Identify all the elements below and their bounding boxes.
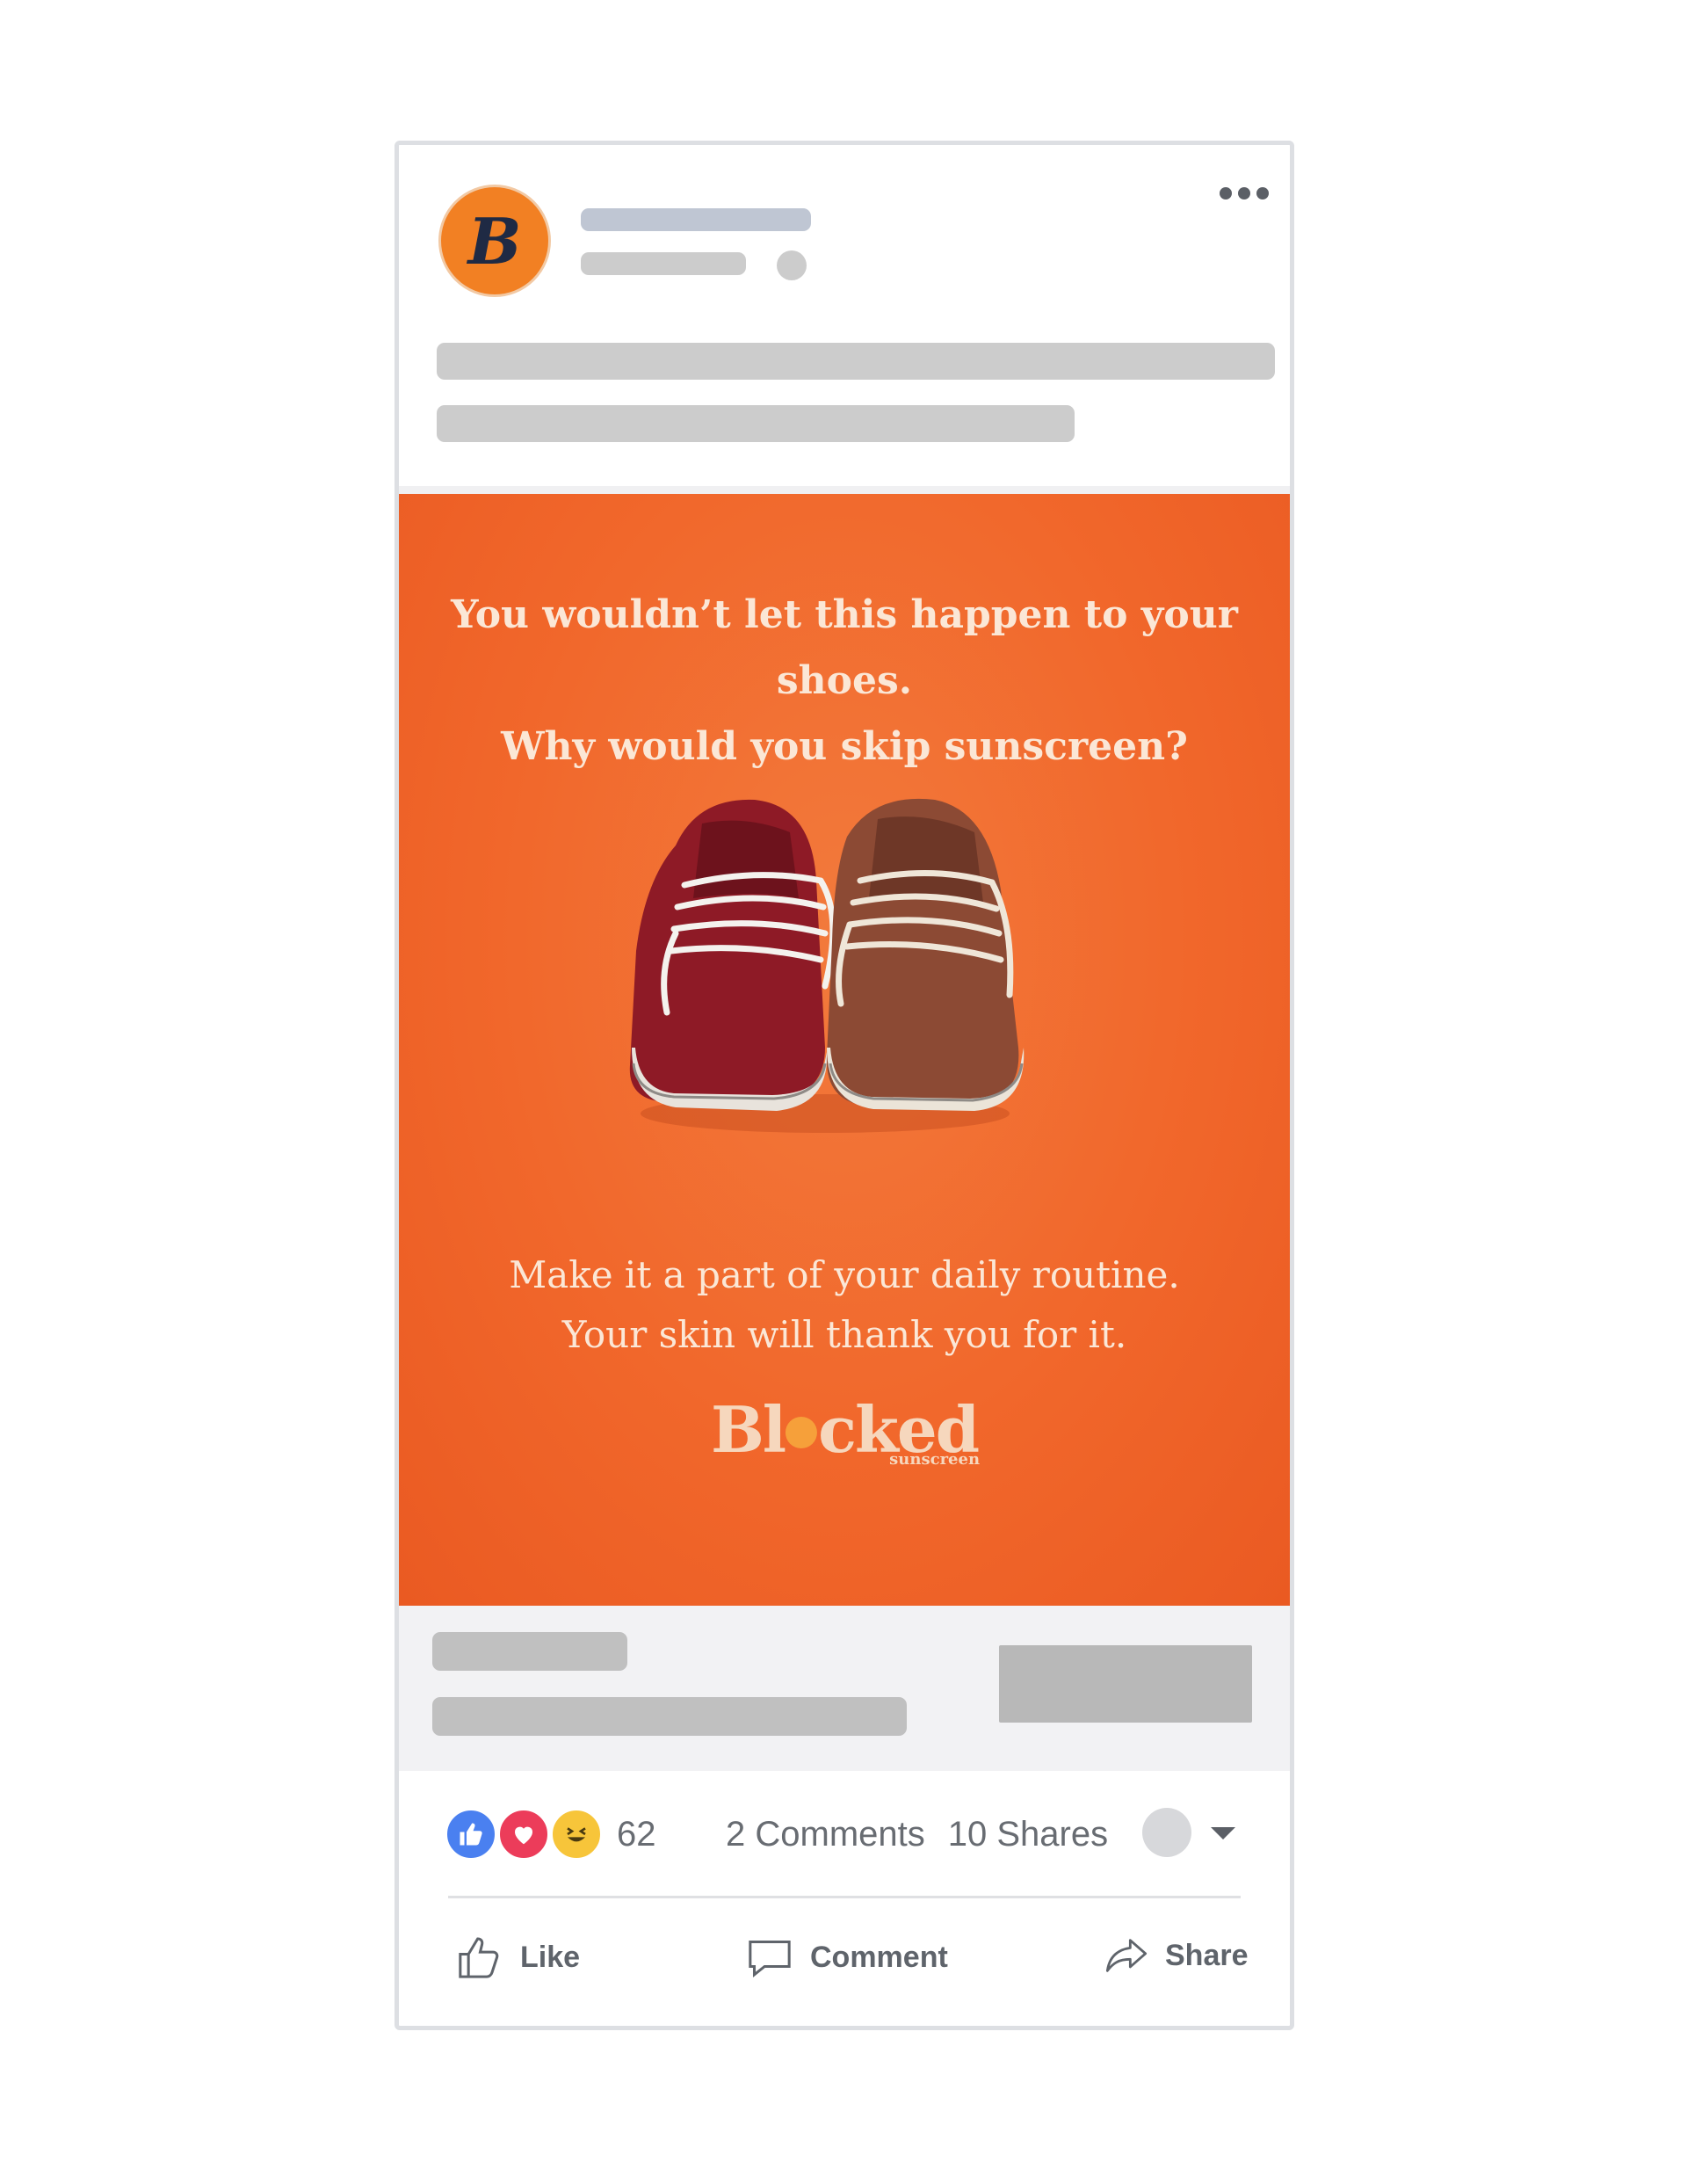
sneakers-image <box>629 798 1025 1133</box>
brand-logo: Bl cked sunscreen <box>711 1398 980 1469</box>
post-card: B You wouldn’t let this happen to your s… <box>395 141 1294 2030</box>
avatar-letter: B <box>467 203 522 279</box>
share-icon <box>1105 1939 1148 1972</box>
logo-subtitle: sunscreen <box>889 1450 981 1469</box>
body-line: Make it a part of your daily routine. <box>509 1253 1180 1296</box>
divider <box>448 1896 1241 1898</box>
like-outline-icon <box>459 1937 499 1978</box>
link-domain-placeholder <box>432 1632 627 1671</box>
body-line: Your skin will thank you for it. <box>561 1313 1127 1356</box>
timestamp-placeholder <box>581 252 746 275</box>
like-label: Like <box>520 1940 581 1974</box>
post-header: B <box>399 145 1290 486</box>
comment-label: Comment <box>810 1940 948 1974</box>
viewer-avatar[interactable] <box>1142 1808 1191 1857</box>
page-avatar[interactable]: B <box>438 185 551 297</box>
reaction-icons[interactable] <box>445 1808 603 1861</box>
love-icon <box>497 1808 550 1861</box>
caption-line-placeholder <box>437 343 1275 380</box>
like-icon <box>445 1808 497 1861</box>
reactions-bar: 62 2 Comments 10 Shares <box>399 1773 1290 1896</box>
action-bar: Like Comment Share <box>399 1901 1290 2024</box>
reaction-count[interactable]: 62 <box>617 1815 656 1854</box>
link-preview-bar[interactable] <box>399 1606 1290 1771</box>
ad-body-text: Make it a part of your daily routine. Yo… <box>399 1245 1290 1365</box>
sun-dot-icon <box>786 1417 818 1448</box>
more-options-icon[interactable] <box>1220 187 1269 200</box>
like-button[interactable]: Like <box>455 1933 580 1982</box>
link-title-placeholder <box>432 1697 907 1736</box>
ad-headline: You wouldn’t let this happen to your sho… <box>399 582 1290 780</box>
comments-count[interactable]: 2 Comments <box>726 1815 925 1854</box>
share-button[interactable]: Share <box>1104 1933 1249 1978</box>
cta-button-placeholder[interactable] <box>999 1645 1252 1723</box>
comment-icon <box>749 1940 791 1977</box>
headline-line: Why would you skip sunscreen? <box>501 724 1188 769</box>
ad-image[interactable]: You wouldn’t let this happen to your sho… <box>399 494 1290 1606</box>
haha-icon <box>550 1808 603 1861</box>
caption-line-placeholder <box>437 405 1075 442</box>
page-name-placeholder[interactable] <box>581 208 811 231</box>
caret-down-icon[interactable] <box>1211 1827 1235 1839</box>
logo-text-left: Bl <box>710 1392 786 1467</box>
shares-count[interactable]: 10 Shares <box>948 1815 1108 1854</box>
headline-line: You wouldn’t let this happen to your sho… <box>451 592 1238 703</box>
privacy-icon <box>777 250 807 280</box>
comment-button[interactable]: Comment <box>745 1933 948 1982</box>
share-label: Share <box>1165 1938 1249 1972</box>
